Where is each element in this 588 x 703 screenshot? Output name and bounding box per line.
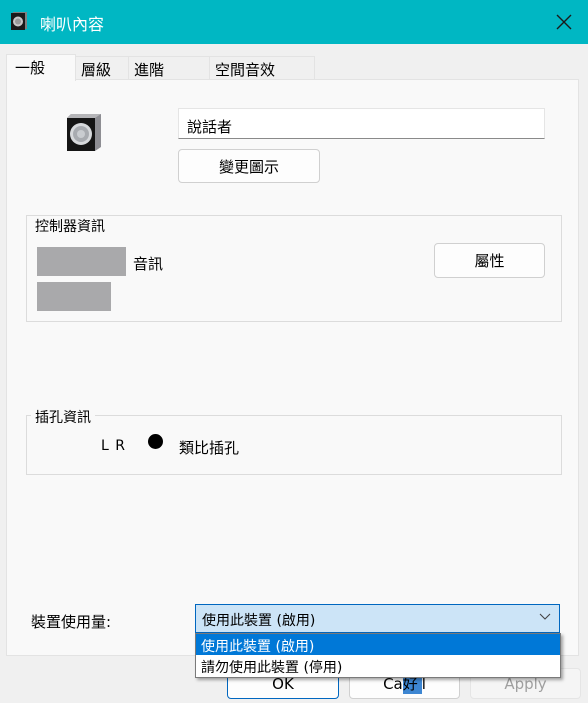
controller-suffix-text: 音訊 [133,255,164,273]
device-usage-select[interactable]: 使用此裝置 (啟用) [195,604,560,633]
close-button[interactable] [544,6,584,38]
properties-button[interactable]: 屬性 [434,243,545,278]
change-icon-button[interactable]: 變更圖示 [178,149,320,183]
tab-spatial-sound[interactable]: 空間音效 [209,56,315,80]
dropdown-option-enable[interactable]: 使用此裝置 (啟用) [196,634,560,655]
tab-advanced[interactable]: 進階 [128,56,210,80]
jack-channels: L R [101,438,126,454]
jack-color-dot-icon [148,434,163,449]
device-usage-selected-value: 使用此裝置 (啟用) [202,613,316,629]
window-title: 喇叭內容 [40,15,105,34]
dropdown-option-disable[interactable]: 請勿使用此裝置 (停用) [196,655,560,676]
controller-info-label: 控制器資訊 [31,216,109,236]
jack-type: 類比插孔 [179,439,240,457]
speaker-icon [11,12,27,30]
redacted-controller-vendor [37,282,111,311]
tab-levels[interactable]: 層級 [75,56,129,80]
tab-general[interactable]: 一般 [6,54,76,81]
chevron-down-icon [539,613,551,620]
speaker-icon [67,114,101,151]
jack-info-label: 插孔資訊 [31,407,95,427]
close-icon [556,14,572,30]
device-usage-dropdown-list: 使用此裝置 (啟用) 請勿使用此裝置 (停用) [195,633,561,678]
device-usage-label: 裝置使用量: [31,613,112,631]
device-name-input[interactable] [178,108,545,139]
redacted-controller-name [37,247,126,276]
